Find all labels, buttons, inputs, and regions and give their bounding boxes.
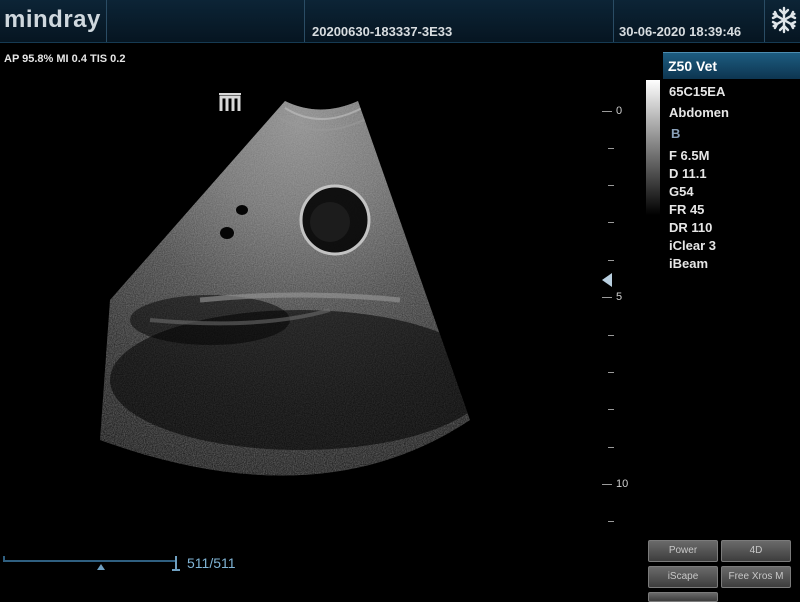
scale-major-tick <box>602 111 612 112</box>
date-time: 30-06-2020 18:39:46 <box>619 24 742 39</box>
param-ibeam: iBeam <box>669 256 709 271</box>
scale-tick <box>608 372 614 373</box>
ultrasound-image[interactable] <box>0 44 600 544</box>
scale-tick <box>608 148 614 149</box>
scale-major-tick <box>602 484 612 485</box>
snowflake-icon[interactable] <box>770 6 798 34</box>
scale-tick <box>608 185 614 186</box>
mindray-logo: mindray <box>4 6 101 33</box>
gray-scale-bar <box>646 80 660 215</box>
imaging-mode: B <box>671 126 681 141</box>
cine-progress-bar[interactable] <box>0 550 185 574</box>
param-gain: G54 <box>669 184 694 199</box>
partial-button[interactable] <box>648 592 718 602</box>
param-dynamic-range: DR 110 <box>669 220 713 235</box>
exam-mode[interactable]: Abdomen <box>669 105 729 120</box>
probe-orientation-icon <box>219 93 241 111</box>
iscape-button[interactable]: iScape <box>648 566 718 588</box>
system-model-header: Z50 Vet <box>663 52 800 79</box>
free-xros-m-button[interactable]: Free Xros M <box>721 566 791 588</box>
depth-label-10: 10 <box>616 478 629 490</box>
system-model: Z50 Vet <box>668 58 718 74</box>
param-frequency: F 6.5M <box>669 148 710 163</box>
depth-scale: 0 5 10 <box>596 100 636 540</box>
scale-tick <box>608 447 614 448</box>
scale-major-tick <box>602 297 612 298</box>
triangle-left-icon[interactable] <box>602 273 612 287</box>
scale-tick <box>608 260 614 261</box>
probe-name[interactable]: 65C15EA <box>669 84 725 99</box>
depth-label-5: 5 <box>616 291 623 303</box>
param-iclear: iClear 3 <box>669 238 716 253</box>
depth-label-0: 0 <box>616 105 623 117</box>
param-frame-rate: FR 45 <box>669 202 705 217</box>
scale-tick <box>608 335 614 336</box>
4d-button[interactable]: 4D <box>721 540 791 562</box>
scale-tick <box>608 409 614 410</box>
scale-tick <box>608 521 614 522</box>
patient-id[interactable]: 20200630-183337-3E33 <box>312 24 452 39</box>
param-depth: D 11.1 <box>669 166 707 181</box>
hospital-segment <box>107 0 305 42</box>
top-bar: mindray 20200630-183337-3E33 30-06-2020 … <box>0 0 800 43</box>
power-button[interactable]: Power <box>648 540 718 562</box>
scale-tick <box>608 222 614 223</box>
cine-frame-count: 511/511 <box>187 555 236 571</box>
